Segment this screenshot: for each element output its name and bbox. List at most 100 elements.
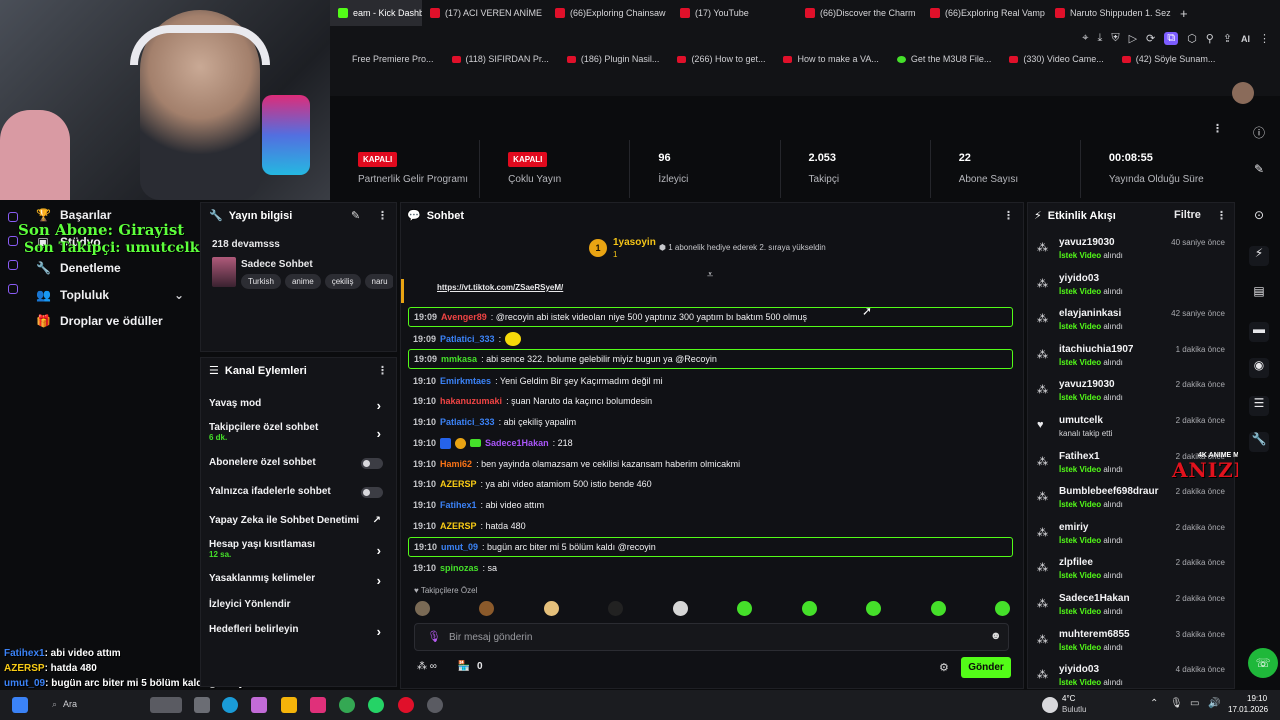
avatar[interactable]: [1232, 82, 1254, 104]
camera-icon[interactable]: ⊙: [1249, 208, 1269, 228]
browser-tab[interactable]: (66)Discover the Charm: [797, 0, 922, 26]
opera-icon[interactable]: [398, 697, 414, 713]
channel-action-row[interactable]: Yavaş mod ›: [209, 398, 389, 413]
bookmark-item[interactable]: (186) Plugin Nasil...: [566, 54, 659, 64]
bolt-icon[interactable]: ⚡: [1249, 246, 1269, 266]
send-button[interactable]: Gönder: [961, 657, 1011, 678]
channel-action-row[interactable]: Yalnızca ifadelerle sohbet: [209, 486, 389, 498]
copilot-icon[interactable]: [251, 697, 267, 713]
activity-user[interactable]: muhterem6855: [1059, 629, 1130, 640]
browser-tab[interactable]: eam - Kick Dashboard: [330, 0, 422, 26]
whatsapp-icon[interactable]: [368, 697, 384, 713]
play-icon[interactable]: ▷: [1129, 32, 1137, 45]
taskbar-search[interactable]: Ara: [63, 699, 77, 709]
activity-user[interactable]: yavuz19030: [1059, 237, 1115, 248]
bookmark-item[interactable]: (118) SIFIRDAN Pr...: [451, 54, 549, 64]
chevron-down-icon[interactable]: ⌄: [174, 288, 184, 302]
panel-menu-icon[interactable]: ⋮: [1216, 209, 1227, 222]
users-icon[interactable]: ⁂ ∞: [417, 661, 437, 672]
rail-dot-icon[interactable]: [8, 212, 18, 222]
chat-username[interactable]: spinozas: [440, 563, 479, 573]
task-view-icon[interactable]: [194, 697, 210, 713]
info-icon[interactable]: ⓘ: [1249, 124, 1269, 144]
emote-icon[interactable]: [543, 601, 559, 616]
gear-icon[interactable]: ⚙: [939, 661, 949, 674]
rail-dot-icon[interactable]: [8, 260, 18, 270]
activity-user[interactable]: itachiuchia1907: [1059, 344, 1133, 355]
emote-icon[interactable]: [672, 601, 688, 616]
volume-icon[interactable]: 🔊: [1208, 698, 1220, 709]
pin-icon[interactable]: ⚲: [1206, 32, 1214, 45]
rail-dot-icon[interactable]: [8, 236, 18, 246]
chat-username[interactable]: AZERSP: [440, 479, 477, 489]
emote-icon[interactable]: [608, 601, 624, 616]
chrome-icon[interactable]: [339, 697, 355, 713]
edit-icon[interactable]: ✎: [351, 209, 360, 222]
emote-icon[interactable]: [930, 601, 946, 616]
activity-user[interactable]: Bumblebeef698draur: [1059, 486, 1158, 497]
sidebar-item-achievements[interactable]: 🏆 Başarılar: [36, 208, 111, 222]
broadcast-icon[interactable]: ◉: [1249, 358, 1269, 378]
emote-icon[interactable]: [801, 601, 817, 616]
channel-action-row[interactable]: Yapay Zeka ile Sohbet Denetimi ↗: [209, 515, 389, 526]
emote-icon[interactable]: [866, 601, 882, 616]
list-icon[interactable]: ☰: [1249, 396, 1269, 416]
activity-user[interactable]: zlpfilee: [1059, 557, 1093, 568]
chat-username[interactable]: Avenger89: [441, 312, 487, 322]
extension-icon[interactable]: ⌖: [1082, 32, 1088, 45]
sync-icon[interactable]: ⟳: [1146, 32, 1155, 45]
bookmark-item[interactable]: How to make a VA...: [783, 54, 879, 64]
browser-tab[interactable]: (17) YouTube: [672, 0, 797, 26]
active-extension-icon[interactable]: ⧉: [1164, 32, 1179, 45]
obs-icon[interactable]: [427, 697, 443, 713]
bookmark-item[interactable]: Get the M3U8 File...: [896, 54, 991, 64]
instagram-icon[interactable]: [310, 697, 326, 713]
channel-action-row[interactable]: Hedefleri belirleyin ›: [209, 624, 389, 639]
chat-username[interactable]: Sadece1Hakan: [485, 438, 549, 448]
filter-button[interactable]: Filtre: [1174, 209, 1201, 221]
activity-user[interactable]: emiriy: [1059, 522, 1088, 533]
chat-username[interactable]: Fatihex1: [440, 500, 477, 510]
stats-menu-icon[interactable]: ⋮: [1212, 122, 1223, 135]
sidebar-item-drops[interactable]: 🎁 Droplar ve ödüller: [36, 314, 163, 328]
store-icon[interactable]: 🏪: [458, 661, 470, 672]
chat-username[interactable]: umut_09: [441, 542, 478, 552]
document-icon[interactable]: ▤: [1249, 284, 1269, 304]
channel-action-row[interactable]: Takipçilere özel sohbet 6 dk. ›: [209, 422, 389, 442]
edge-icon[interactable]: [222, 697, 238, 713]
chat-icon[interactable]: ▬: [1249, 322, 1269, 342]
bookmark-item[interactable]: (330) Video Came...: [1009, 54, 1104, 64]
chevron-up-icon[interactable]: ⌃: [1150, 698, 1158, 709]
download-icon[interactable]: ⤓: [1097, 32, 1102, 45]
panel-menu-icon[interactable]: ⋮: [377, 364, 388, 377]
folder-icon[interactable]: [281, 697, 297, 713]
chat-input[interactable]: 🎙 Bir mesaj gönderin ☻: [414, 623, 1009, 651]
toggle-switch[interactable]: [361, 458, 383, 469]
emote-icon[interactable]: [994, 601, 1010, 616]
windows-start-icon[interactable]: [12, 697, 28, 713]
chat-username[interactable]: Emirkmtaes: [440, 376, 491, 386]
search-icon[interactable]: ⌕: [52, 699, 57, 710]
microphone-icon[interactable]: 🎙: [427, 630, 441, 643]
share-icon[interactable]: ⇪: [1223, 32, 1232, 45]
channel-action-row[interactable]: Hesap yaşı kısıtlaması 12 sa. ›: [209, 539, 389, 559]
activity-user[interactable]: Sadece1Hakan: [1059, 593, 1130, 604]
chat-username[interactable]: Patlatici_333: [440, 334, 495, 344]
new-tab-button[interactable]: +: [1172, 0, 1196, 26]
mic-tray-icon[interactable]: 🎙: [1170, 698, 1183, 709]
bookmark-item[interactable]: (266) How to get...: [677, 54, 765, 64]
pinned-user[interactable]: 1yasoyin: [613, 237, 656, 248]
browser-tab[interactable]: (66)Exploring Chainsaw: [547, 0, 672, 26]
emote-icon[interactable]: [415, 601, 430, 616]
chat-username[interactable]: mmkasa: [441, 354, 477, 364]
activity-user[interactable]: yiyido03: [1059, 273, 1099, 284]
chat-username[interactable]: hakanuzumaki: [440, 396, 502, 406]
chat-link[interactable]: https://vt.tiktok.com/ZSaeRSyeM/: [437, 283, 563, 292]
emote-icon[interactable]: [737, 601, 753, 616]
sidebar-item-moderation[interactable]: 🔧 Denetleme: [36, 261, 121, 275]
browser-tab[interactable]: (66)Exploring Real Vamp: [922, 0, 1047, 26]
toggle-switch[interactable]: [361, 487, 383, 498]
activity-user[interactable]: Fatihex1: [1059, 451, 1100, 462]
collapse-icon[interactable]: ⩡: [707, 269, 713, 282]
activity-user[interactable]: yavuz19030: [1059, 379, 1115, 390]
